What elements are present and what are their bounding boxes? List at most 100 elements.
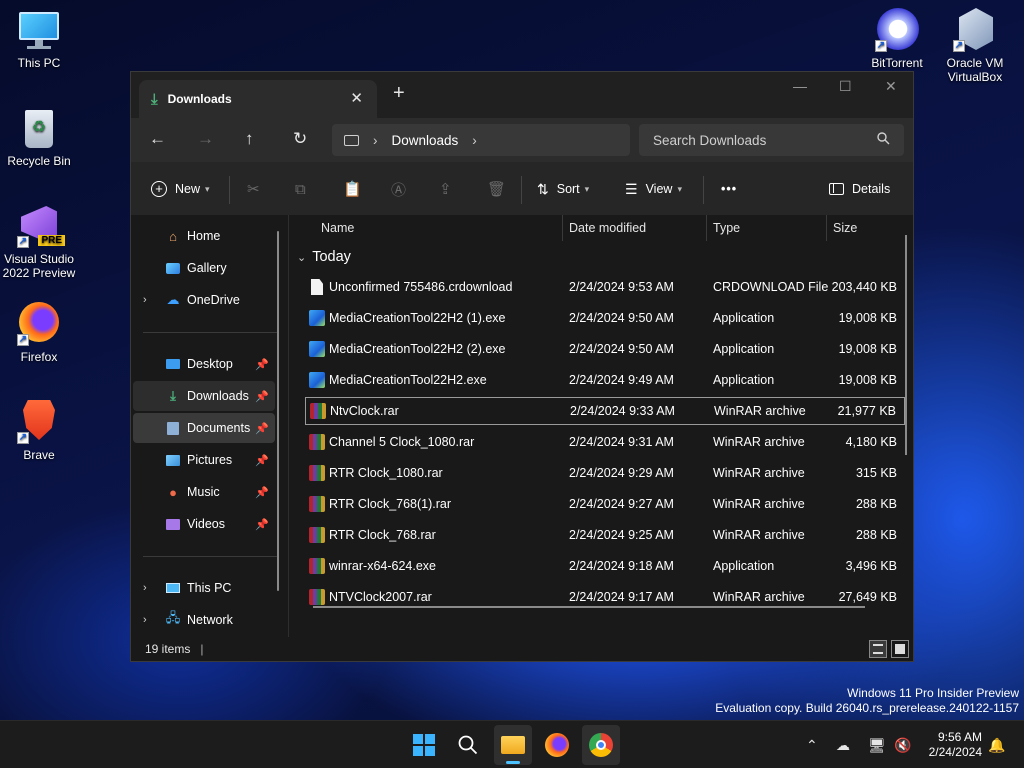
system-clock[interactable]: 9:56 AM 2/24/2024	[918, 730, 982, 760]
file-row[interactable]: Unconfirmed 755486.crdownload 2/24/2024 …	[305, 273, 905, 301]
sidebar-item-pictures[interactable]: Pictures 📌	[133, 445, 275, 475]
tiles-view-button[interactable]	[891, 640, 909, 658]
file-type: WinRAR archive	[713, 528, 805, 542]
volume-muted-icon[interactable]: 🔇	[894, 737, 911, 754]
horizontal-scrollbar[interactable]	[313, 606, 865, 608]
notification-bell-icon[interactable]: 🔔	[988, 737, 1005, 754]
file-name: NtvClock.rar	[330, 404, 399, 418]
desktop-icon-this-pc[interactable]: This PC	[0, 8, 78, 70]
forward-button[interactable]: →	[197, 129, 214, 149]
sidebar-item-documents[interactable]: Documents 📌	[133, 413, 275, 443]
column-header-name[interactable]: Name	[315, 215, 563, 241]
onedrive-offline-icon[interactable]: ☁	[836, 737, 850, 754]
file-name: RTR Clock_1080.rar	[329, 466, 443, 480]
desktop-icon-label: Visual Studio 2022 Preview	[2, 252, 76, 280]
file-size: 315 KB	[855, 466, 897, 480]
sidebar-item-music[interactable]: ● Music 📌	[133, 477, 275, 507]
sidebar-item-label: Desktop	[187, 357, 233, 371]
sidebar-item-downloads[interactable]: ⤓ Downloads 📌	[133, 381, 275, 411]
sidebar-item-network[interactable]: › 🖧 Network	[133, 605, 275, 635]
desktop-icon-visual-studio[interactable]: PRE ↗ Visual Studio 2022 Preview	[0, 204, 78, 280]
minimize-button[interactable]: —	[793, 78, 807, 94]
chevron-right-icon[interactable]: ›	[143, 294, 147, 306]
sidebar-divider	[143, 556, 277, 557]
exe-icon	[309, 341, 325, 357]
taskbar-firefox[interactable]	[538, 725, 576, 765]
back-button[interactable]: ←	[149, 129, 166, 149]
file-row[interactable]: MediaCreationTool22H2 (2).exe 2/24/2024 …	[305, 335, 905, 363]
column-header-size[interactable]: Size	[827, 215, 907, 241]
file-size: 3,496 KB	[845, 559, 897, 573]
close-window-button[interactable]: ✕	[885, 78, 897, 95]
close-tab-icon[interactable]: ✕	[350, 89, 363, 107]
file-size: 27,649 KB	[838, 590, 897, 604]
file-date: 2/24/2024 9:25 AM	[569, 528, 674, 542]
file-date: 2/24/2024 9:29 AM	[569, 466, 674, 480]
file-row[interactable]: RTR Clock_768.rar 2/24/2024 9:25 AM WinR…	[305, 521, 905, 549]
sidebar-scrollbar[interactable]	[277, 231, 279, 591]
sort-button[interactable]: ⇅ Sort ▾	[537, 162, 589, 216]
sidebar-item-videos[interactable]: Videos 📌	[133, 509, 275, 539]
taskbar-search-button[interactable]	[449, 725, 487, 765]
file-row[interactable]: RTR Clock_768(1).rar 2/24/2024 9:27 AM W…	[305, 490, 905, 518]
sidebar-item-this-pc[interactable]: › This PC	[133, 573, 275, 603]
file-row[interactable]: MediaCreationTool22H2 (1).exe 2/24/2024 …	[305, 304, 905, 332]
network-status-icon[interactable]: 🖥	[868, 737, 886, 754]
sidebar-item-desktop[interactable]: Desktop 📌	[133, 349, 275, 379]
chevron-right-icon[interactable]: ›	[143, 582, 147, 594]
shortcut-arrow-icon: ↗	[17, 432, 29, 444]
paste-icon[interactable]: 📋	[343, 162, 362, 216]
chevron-right-icon[interactable]: ›	[143, 614, 147, 626]
file-row[interactable]: Channel 5 Clock_1080.rar 2/24/2024 9:31 …	[305, 428, 905, 456]
start-icon	[413, 734, 435, 756]
vertical-scrollbar[interactable]	[905, 235, 907, 455]
file-row[interactable]: NtvClock.rar 2/24/2024 9:33 AM WinRAR ar…	[305, 397, 905, 425]
up-button[interactable]: ↑	[245, 129, 254, 149]
delete-icon[interactable]: 🗑	[487, 162, 506, 216]
column-header-type[interactable]: Type	[707, 215, 827, 241]
share-icon[interactable]: ⇪	[439, 162, 452, 216]
rar-icon	[310, 403, 326, 419]
desktop-icon-recycle-bin[interactable]: ♻ Recycle Bin	[0, 106, 78, 168]
address-bar[interactable]: › Downloads ›	[332, 124, 630, 156]
show-hidden-icons-button[interactable]: ⌃	[806, 737, 818, 754]
sidebar-item-gallery[interactable]: Gallery	[133, 253, 275, 283]
desktop-icon-brave[interactable]: ↗ Brave	[0, 400, 78, 462]
taskbar-chrome[interactable]	[582, 725, 620, 765]
view-button[interactable]: ☰ View ▾	[625, 162, 682, 216]
file-date: 2/24/2024 9:49 AM	[569, 373, 674, 387]
details-pane-button[interactable]: Details	[829, 162, 890, 216]
file-row[interactable]: winrar-x64-624.exe 2/24/2024 9:18 AM App…	[305, 552, 905, 580]
tab-downloads[interactable]: ⤓ Downloads ✕	[139, 80, 377, 118]
new-tab-button[interactable]: +	[393, 82, 405, 105]
file-row[interactable]: MediaCreationTool22H2.exe 2/24/2024 9:49…	[305, 366, 905, 394]
file-row[interactable]: RTR Clock_1080.rar 2/24/2024 9:29 AM Win…	[305, 459, 905, 487]
chevron-down-icon: ▾	[677, 183, 682, 194]
copy-icon[interactable]: ⧉	[295, 162, 306, 216]
more-options-button[interactable]: •••	[721, 162, 737, 216]
title-bar: ⤓ Downloads ✕ + — ☐ ✕	[131, 72, 913, 118]
column-header-date[interactable]: Date modified	[563, 215, 707, 241]
search-input[interactable]: Search Downloads	[653, 133, 766, 148]
sidebar-item-home[interactable]: ⌂ Home	[133, 221, 275, 251]
breadcrumb-downloads[interactable]: Downloads	[392, 133, 459, 148]
network-icon: 🖧	[165, 610, 181, 625]
rename-icon[interactable]: Ⓐ	[391, 162, 406, 216]
details-view-button[interactable]	[869, 640, 887, 658]
cut-icon[interactable]: ✂	[247, 162, 260, 216]
group-header-today[interactable]: ⌄ Today	[297, 249, 351, 265]
desktop-icon-bittorrent[interactable]: ↗ BitTorrent	[858, 8, 936, 70]
desktop-icon-firefox[interactable]: ↗ Firefox	[0, 302, 78, 364]
desktop-icon-virtualbox[interactable]: ↗ Oracle VM VirtualBox	[936, 8, 1014, 84]
sidebar-item-onedrive[interactable]: › ☁ OneDrive	[133, 285, 275, 315]
chevron-right-icon[interactable]: ›	[472, 133, 477, 148]
search-box[interactable]: Search Downloads	[639, 124, 904, 156]
new-button[interactable]: + New ▾	[151, 162, 210, 216]
rar-icon	[309, 527, 325, 543]
chevron-down-icon: ▾	[584, 183, 590, 194]
taskbar-file-explorer[interactable]	[494, 725, 532, 765]
refresh-button[interactable]: ↻	[293, 129, 307, 149]
start-button[interactable]	[405, 725, 443, 765]
navigation-pane: ⌂ Home Gallery › ☁ OneDrive Desktop 📌 ⤓ …	[131, 215, 289, 638]
maximize-button[interactable]: ☐	[839, 78, 852, 95]
